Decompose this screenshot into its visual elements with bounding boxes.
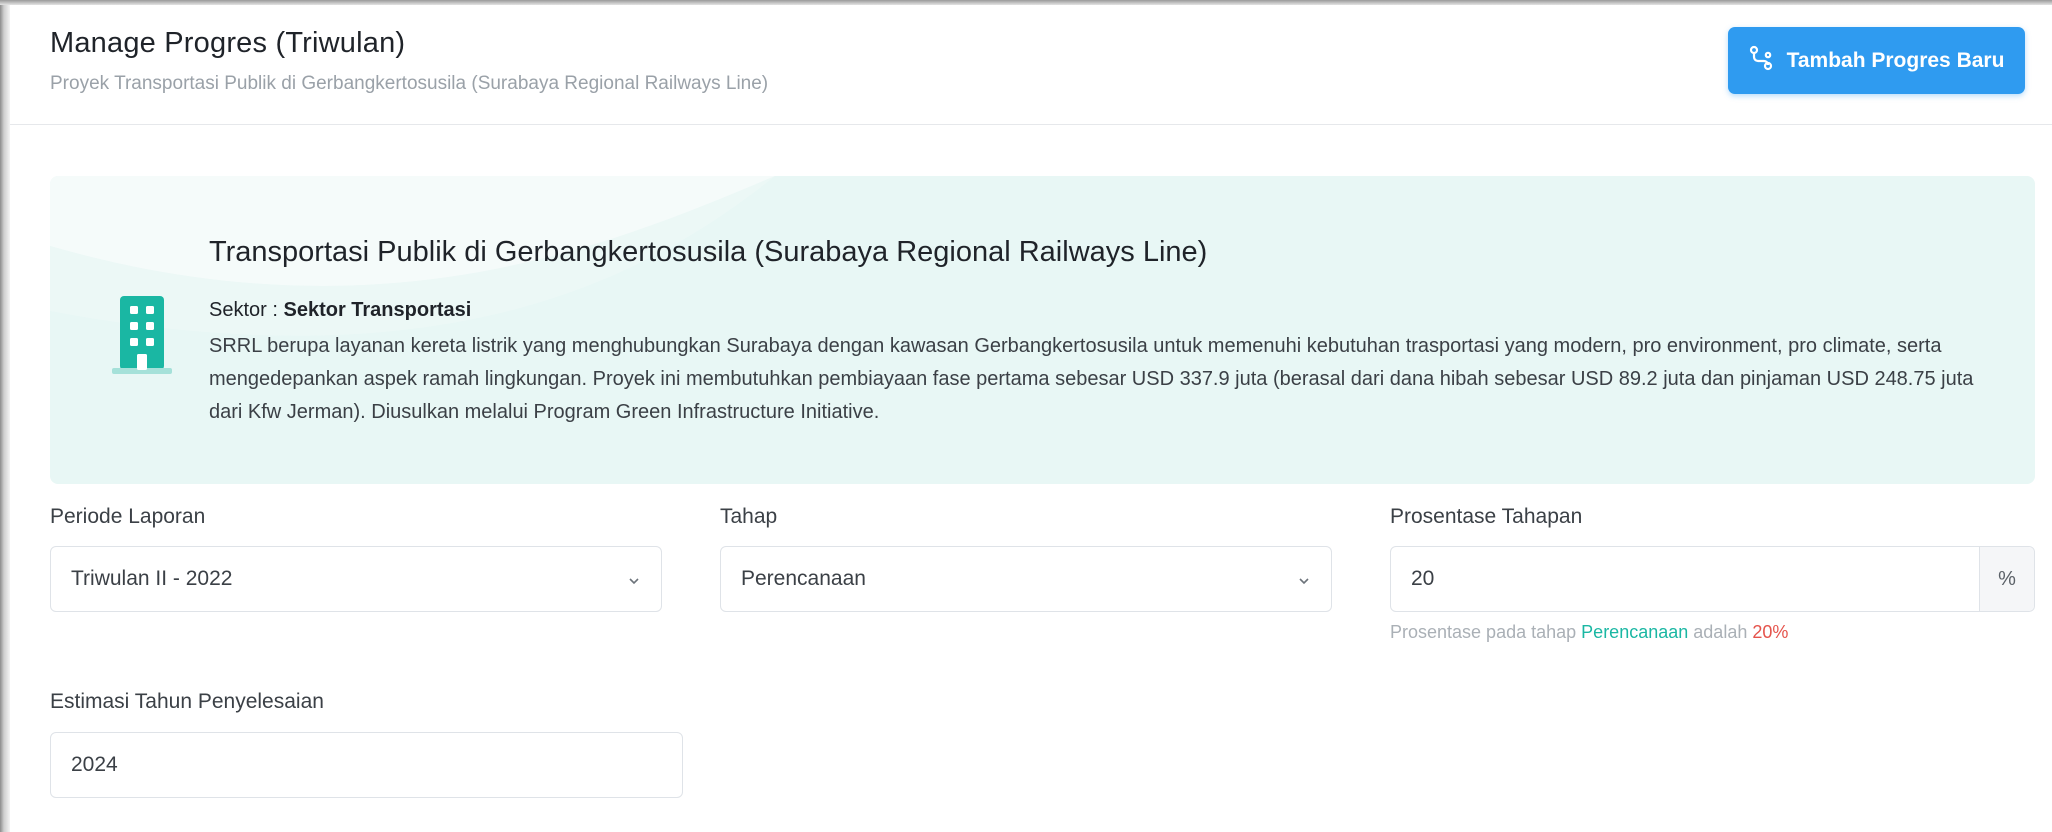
tahap-label: Tahap [720, 505, 778, 528]
project-title: Transportasi Publik di Gerbangkertosusil… [209, 236, 1208, 268]
project-info-card: Transportasi Publik di Gerbangkertosusil… [50, 176, 2035, 484]
page-subtitle: Proyek Transportasi Publik di Gerbangker… [50, 73, 769, 94]
periode-value: Triwulan II - 2022 [71, 567, 233, 590]
periode-select[interactable]: Triwulan II - 2022 [50, 546, 662, 612]
prosentase-value: 20 [1411, 567, 1435, 590]
window-edge-shadow [0, 0, 10, 832]
help-percent: 20% [1752, 622, 1789, 642]
estimasi-input[interactable]: 2024 [50, 732, 683, 798]
sector-label: Sektor : [209, 299, 278, 321]
help-tahap: Perencanaan [1581, 622, 1689, 642]
tahap-value: Perencanaan [741, 567, 866, 590]
periode-label: Periode Laporan [50, 505, 206, 528]
add-progress-button[interactable]: Tambah Progres Baru [1728, 27, 2025, 94]
percent-suffix: % [1979, 547, 2034, 611]
prosentase-label: Prosentase Tahapan [1390, 505, 1583, 528]
tahap-select[interactable]: Perencanaan [720, 546, 1332, 612]
project-sector: Sektor : Sektor Transportasi [209, 299, 471, 322]
project-description: SRRL berupa layanan kereta listrik yang … [209, 335, 1974, 423]
add-progress-button-label: Tambah Progres Baru [1786, 48, 2005, 72]
help-middle: adalah [1693, 622, 1748, 642]
page: Manage Progres (Triwulan) Proyek Transpo… [10, 5, 2052, 832]
estimasi-value: 2024 [71, 753, 118, 776]
prosentase-help-text: Prosentase pada tahap Perencanaan adalah… [1390, 622, 1788, 643]
prosentase-input[interactable]: 20 % [1390, 546, 2035, 612]
chevron-down-icon [1297, 570, 1311, 585]
building-icon [112, 294, 172, 374]
estimasi-label: Estimasi Tahun Penyelesaian [50, 690, 324, 713]
help-prefix: Prosentase pada tahap [1390, 622, 1577, 642]
page-header: Manage Progres (Triwulan) Proyek Transpo… [10, 5, 2052, 125]
sector-value: Sektor Transportasi [283, 299, 472, 321]
route-icon [1749, 45, 1773, 77]
page-title: Manage Progres (Triwulan) [50, 27, 406, 59]
chevron-down-icon [627, 570, 641, 585]
